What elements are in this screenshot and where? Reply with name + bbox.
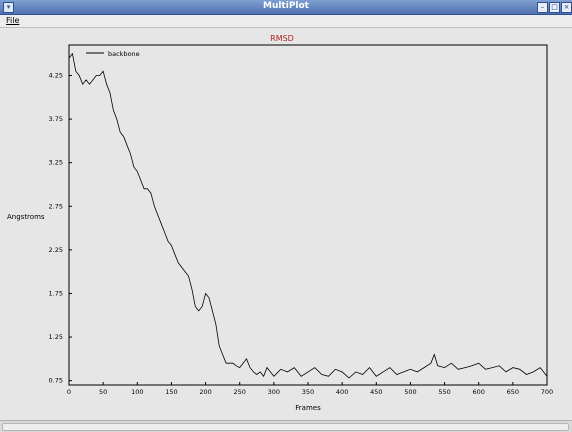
close-icon[interactable]: × — [561, 2, 572, 13]
scrollbar-thumb[interactable] — [2, 423, 569, 431]
x-tick-label: 650 — [507, 388, 519, 396]
y-tick-label: 3.75 — [49, 115, 63, 123]
x-tick-label: 550 — [438, 388, 450, 396]
x-tick-label: 50 — [99, 388, 107, 396]
y-tick-label: 3.25 — [49, 159, 63, 167]
x-tick-label: 150 — [165, 388, 177, 396]
x-tick-label: 350 — [302, 388, 314, 396]
x-axis-label: Frames — [295, 404, 321, 412]
rmsd-chart: RMSD 0 50 100 150 200 250 300 350 400 450 500 550 60… — [7, 34, 553, 412]
chart-title: RMSD — [270, 34, 294, 43]
x-tick-label: 500 — [404, 388, 416, 396]
maximize-icon[interactable]: □ — [549, 2, 560, 13]
x-tick-label: 400 — [336, 388, 348, 396]
y-tick-label: 4.25 — [49, 72, 63, 80]
x-tick-label: 0 — [67, 388, 71, 396]
y-tick-label: 2.25 — [49, 246, 63, 254]
minimize-icon[interactable]: – — [537, 2, 548, 13]
y-tick-label: 2.75 — [49, 202, 63, 210]
menu-file[interactable]: File — [6, 16, 19, 25]
x-tick-label: 700 — [541, 388, 553, 396]
y-tick-label: 1.25 — [49, 333, 63, 341]
y-tick-label: 1.75 — [49, 289, 63, 297]
window-titlebar[interactable]: ▾ MultiPlot – □ × — [0, 0, 572, 15]
x-tick-label: 300 — [268, 388, 280, 396]
x-tick-label: 100 — [131, 388, 143, 396]
plot-area: RMSD 0 50 100 150 200 250 300 350 400 450 500 550 60… — [0, 27, 572, 420]
y-axis-label: Angstroms — [7, 213, 45, 221]
horizontal-scrollbar[interactable] — [0, 420, 572, 432]
x-tick-label: 200 — [199, 388, 211, 396]
y-tick-label: 0.75 — [49, 377, 63, 385]
window-title: MultiPlot — [262, 1, 309, 11]
plot-box — [68, 44, 548, 386]
legend-label: backbone — [108, 50, 140, 58]
x-tick-label: 250 — [234, 388, 246, 396]
x-tick-label: 450 — [370, 388, 382, 396]
x-tick-label: 600 — [473, 388, 485, 396]
